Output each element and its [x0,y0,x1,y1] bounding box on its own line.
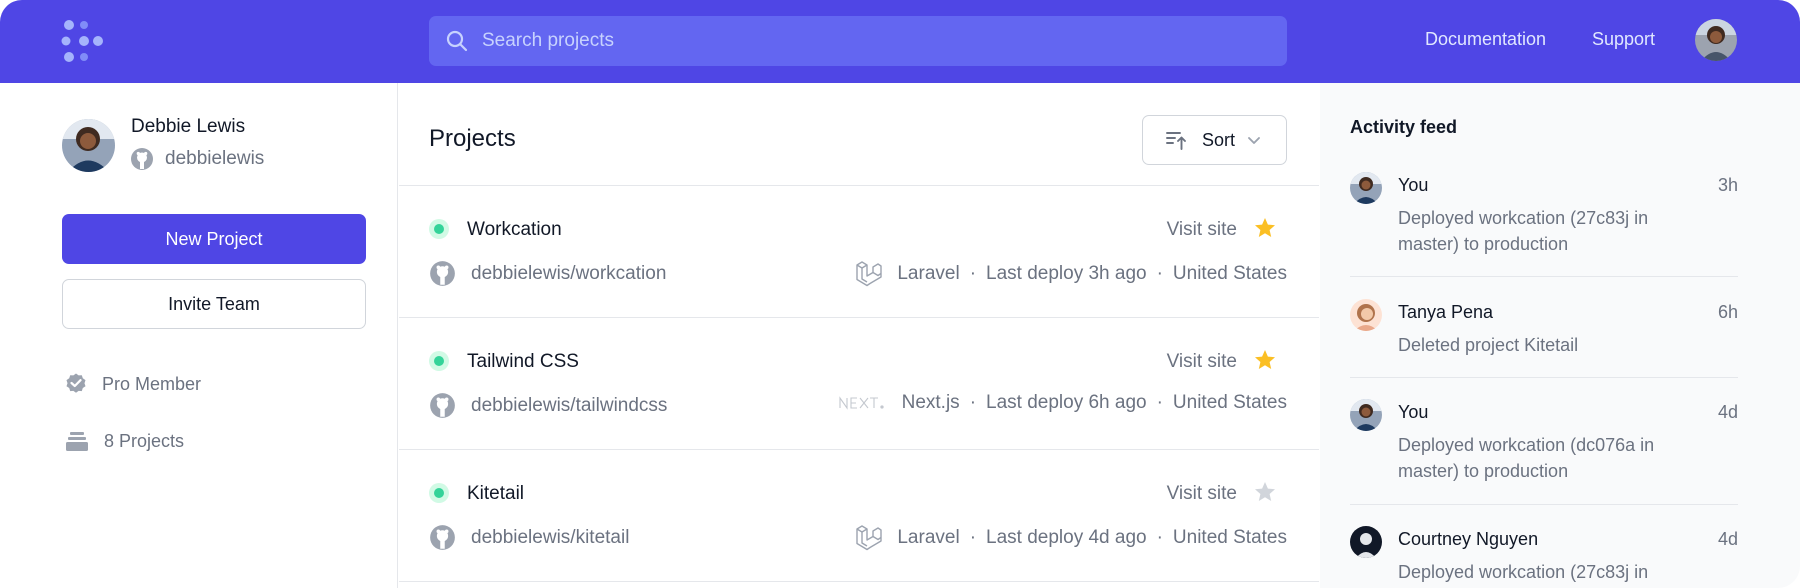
activity-text: Deployed workcation (dc076a in master) t… [1398,435,1655,481]
project-name: Kitetail [467,483,525,504]
activity-user: Tanya Pena [1398,302,1494,322]
documentation-link[interactable]: Documentation [1425,29,1546,50]
separator-dot: · [1156,527,1163,548]
repo-row: debbielewis/kitetail [429,524,629,551]
separator-dot: · [969,392,977,413]
visit-site-link[interactable]: Visit site [1167,351,1237,373]
activity-user: You [1398,402,1429,422]
visit-site-link[interactable]: Visit site [1167,483,1237,505]
project-name: Workcation [467,219,562,240]
activity-text: Deployed workcation (27c83j in [1398,562,1649,582]
project-row[interactable]: Workcation Visit site debbielewis/workca… [399,186,1319,318]
deploy-location: United States [1172,263,1287,284]
avatar-image [1695,19,1737,61]
deploy-info: Laravel · Last deploy 4d ago · United St… [854,524,1287,552]
support-link[interactable]: Support [1592,29,1655,50]
app-window: Documentation Support Debbie Lewis [0,0,1800,588]
sort-ascending-icon [1166,132,1186,150]
framework-name: Next.js [901,392,960,413]
new-project-button[interactable]: New Project [62,214,366,264]
star-icon[interactable] [1253,348,1277,372]
status-indicator [429,483,449,503]
last-deploy: Last deploy 6h ago [986,392,1147,413]
search-icon [446,30,468,52]
repo-name: debbielewis/tailwindcss [471,394,668,416]
verified-badge-icon [66,373,86,393]
divider [1350,504,1738,505]
deploy-location: United States [1172,392,1287,413]
activity-text: Deployed workcation (27c83j in master) t… [1398,208,1649,254]
activity-time: 3h [1717,175,1738,195]
brand-logo-icon[interactable] [60,19,108,63]
laravel-icon [854,524,883,552]
github-icon [430,261,455,286]
last-deploy: Last deploy 3h ago [986,263,1147,284]
divider [1350,377,1738,378]
activity-avatar [1350,526,1382,558]
repo-row: debbielewis/tailwindcss [429,392,667,419]
chevron-down-icon [1248,137,1260,144]
github-handle-row: debbielewis [130,147,264,171]
star-icon[interactable] [1253,480,1277,504]
profile-avatar [62,119,115,172]
activity-user: You [1398,175,1429,195]
laravel-icon [854,260,883,288]
star-icon[interactable] [1253,216,1277,240]
project-name: Tailwind CSS [467,351,579,372]
nextjs-icon [839,395,887,411]
activity-feed-panel: Activity feed You 3h Deployed workcation… [1320,83,1800,588]
github-icon [430,393,455,418]
invite-team-button[interactable]: Invite Team [62,279,366,329]
project-count-row: 8 Projects [64,429,184,453]
page-title: Projects [429,125,516,152]
activity-user: Courtney Nguyen [1398,529,1539,549]
activity-time: 4d [1717,402,1738,422]
framework-name: Laravel [897,527,960,548]
framework-name: Laravel [897,263,960,284]
github-icon [131,148,153,170]
github-handle: debbielewis [165,148,265,169]
activity-avatar [1350,299,1382,331]
activity-avatar [1350,172,1382,204]
profile-sidebar: Debbie Lewis debbielewis New Project Inv… [0,83,398,588]
projects-panel: Projects Sort Workcation Visit site debb… [399,83,1319,588]
membership-row: Pro Member [64,372,201,396]
separator-dot: · [969,527,977,548]
last-deploy: Last deploy 4d ago [986,527,1147,548]
membership-label: Pro Member [102,373,202,394]
github-icon [430,525,455,550]
stack-icon [66,432,88,451]
project-row[interactable]: Kitetail Visit site debbielewis/kitetail [399,450,1319,582]
sort-button[interactable]: Sort [1142,115,1287,165]
status-indicator [429,219,449,239]
top-navbar: Documentation Support [0,0,1800,83]
separator-dot: · [969,263,977,284]
sort-label: Sort [1202,129,1236,150]
deploy-info: Next.js · Last deploy 6h ago · United St… [839,392,1287,414]
activity-text: Deleted project Kitetail [1398,335,1579,355]
repo-name: debbielewis/workcation [471,262,667,284]
deploy-location: United States [1172,527,1287,548]
project-count-label: 8 Projects [104,430,185,451]
activity-feed-title: Activity feed [1350,117,1458,137]
status-indicator [429,351,449,371]
deploy-info: Laravel · Last deploy 3h ago · United St… [854,260,1287,288]
search-bar[interactable] [429,16,1287,66]
separator-dot: · [1156,392,1163,413]
separator-dot: · [1156,263,1163,284]
activity-time: 6h [1717,302,1738,322]
divider [1350,276,1738,277]
activity-avatar [1350,399,1382,431]
repo-row: debbielewis/workcation [429,260,666,287]
profile-name: Debbie Lewis [131,116,246,137]
activity-time: 4d [1717,529,1738,549]
repo-name: debbielewis/kitetail [471,526,630,548]
visit-site-link[interactable]: Visit site [1167,219,1237,241]
search-input[interactable] [482,16,1272,66]
project-row[interactable]: Tailwind CSS Visit site debbielewis/tail… [399,318,1319,450]
user-avatar-menu[interactable] [1695,19,1737,61]
